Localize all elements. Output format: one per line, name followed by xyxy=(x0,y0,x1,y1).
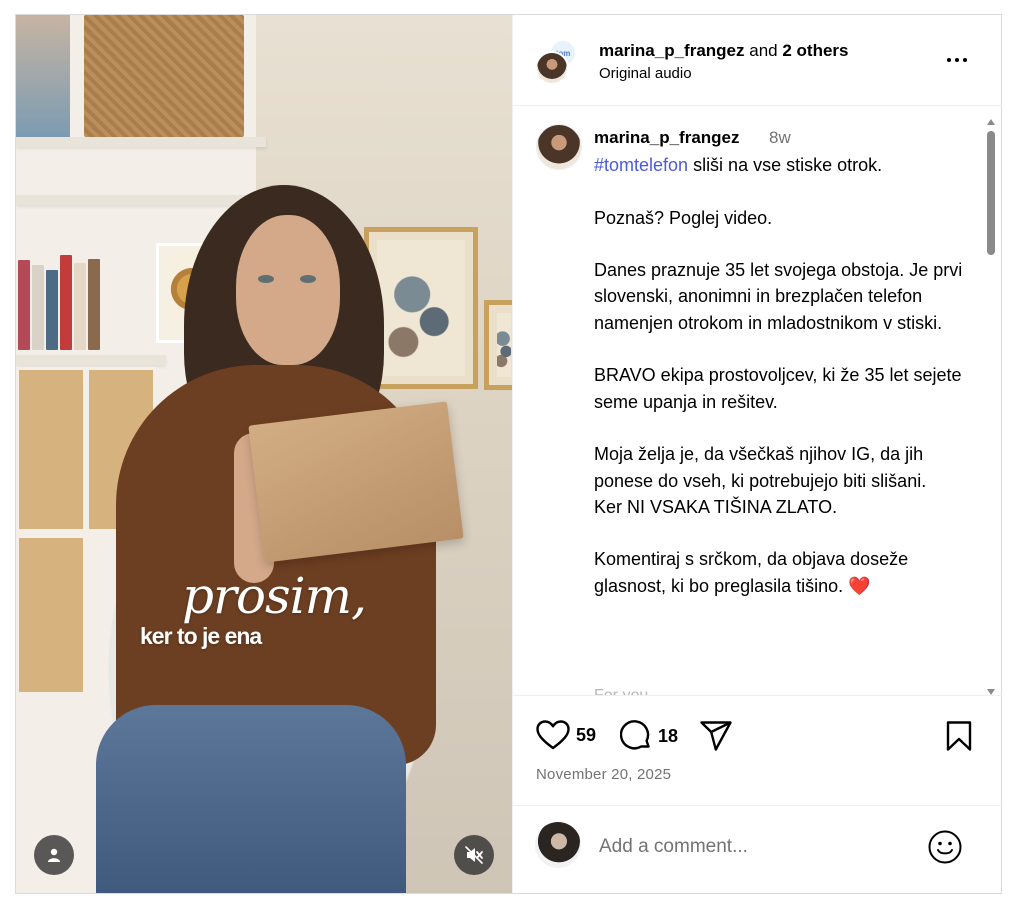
caption-scrollbar[interactable] xyxy=(985,119,997,695)
more-options-button[interactable] xyxy=(943,49,971,71)
like-count[interactable]: 59 xyxy=(576,725,596,746)
heart-emoji: ❤️ xyxy=(848,575,871,596)
book xyxy=(32,265,44,350)
caption-paragraph: Moja želja je, da všečkaš njihov IG, da … xyxy=(594,444,927,491)
storage-cube xyxy=(16,535,86,695)
video-overlay-text: prosim, xyxy=(182,567,367,625)
comment-input[interactable] xyxy=(599,834,899,860)
photo-frame xyxy=(16,15,70,140)
comment-composer xyxy=(513,805,1002,893)
book xyxy=(60,255,72,350)
share-button[interactable] xyxy=(699,720,733,752)
for-you-label[interactable]: For you ⌄ xyxy=(594,685,666,695)
author-username-link[interactable]: marina_p_frangez xyxy=(599,41,745,60)
shelf-board xyxy=(16,355,166,365)
paper-plane-icon xyxy=(700,721,732,751)
book xyxy=(88,259,100,350)
video-player[interactable]: prosim, ker to je ena xyxy=(16,15,512,893)
smiley-icon xyxy=(928,830,962,864)
book xyxy=(74,263,86,350)
woven-basket xyxy=(84,15,244,137)
shelf-board xyxy=(16,195,266,205)
caption-text: #tomtelefon sliši na vse stiske otrok. P… xyxy=(594,152,974,599)
comment-button[interactable]: 18 xyxy=(620,720,678,752)
emoji-button[interactable] xyxy=(927,829,963,865)
caption-paragraph: Poznaš? Poglej video. xyxy=(594,207,773,228)
caption-paragraph: Ker NI VSAKA TIŠINA ZLATO. xyxy=(594,496,838,517)
others-link[interactable]: 2 others xyxy=(782,41,848,60)
current-user-avatar[interactable] xyxy=(535,822,581,868)
post-details-panel: tom marina_p_frangez and 2 others Origin… xyxy=(512,15,1002,893)
post-actions: 59 18 November 20, 2025 xyxy=(513,695,1002,805)
ellipsis-dot xyxy=(963,58,967,62)
post-dialog: prosim, ker to je ena tom marina_p_frang… xyxy=(15,14,1002,894)
caption-username-link[interactable]: marina_p_frangez xyxy=(594,128,740,148)
scroll-thumb[interactable] xyxy=(987,131,995,255)
caption-paragraph: BRAVO ekipa prostovoljcev, ki že 35 let … xyxy=(594,365,962,412)
tagged-people-button[interactable] xyxy=(34,835,74,875)
person-jeans xyxy=(96,705,406,893)
hashtag-link[interactable]: #tomtelefon xyxy=(594,155,688,175)
collab-avatars[interactable]: tom xyxy=(535,39,579,87)
ellipsis-dot xyxy=(955,58,959,62)
audio-link[interactable]: Original audio xyxy=(599,65,692,82)
storage-cube xyxy=(16,367,86,532)
caption-timestamp[interactable]: 8w xyxy=(769,128,791,148)
author-avatar[interactable] xyxy=(535,51,569,85)
video-overlay-subtext: ker to je ena xyxy=(140,623,262,649)
post-authors: marina_p_frangez and 2 others xyxy=(599,41,848,61)
scroll-up-arrow[interactable] xyxy=(987,119,995,125)
person-icon xyxy=(48,848,60,862)
book xyxy=(18,260,30,350)
caption-author-avatar[interactable] xyxy=(536,124,582,170)
shelf-board xyxy=(16,137,266,147)
post-header: tom marina_p_frangez and 2 others Origin… xyxy=(513,15,1002,106)
post-date[interactable]: November 20, 2025 xyxy=(536,766,671,783)
book xyxy=(46,270,58,350)
heart-outline-icon xyxy=(536,720,570,750)
caption-paragraph: Danes praznuje 35 let svojega obstoja. J… xyxy=(594,260,963,333)
mute-button[interactable] xyxy=(454,835,494,875)
caption-scroll-area[interactable]: marina_p_frangez 8w #tomtelefon sliši na… xyxy=(513,107,1002,695)
authors-conjunction: and xyxy=(749,41,778,60)
caption-line: sliši na vse stiske otrok. xyxy=(688,155,883,175)
person-face xyxy=(236,215,340,365)
speech-bubble-icon xyxy=(620,720,650,750)
cardboard-box xyxy=(248,401,464,563)
comment-count[interactable]: 18 xyxy=(658,726,678,747)
speaker-muted-icon xyxy=(465,846,483,864)
save-button[interactable] xyxy=(945,720,973,752)
wall-art-small xyxy=(484,300,512,390)
ellipsis-icon xyxy=(947,58,951,62)
bookmark-icon xyxy=(946,721,972,751)
like-button[interactable]: 59 xyxy=(536,720,596,750)
